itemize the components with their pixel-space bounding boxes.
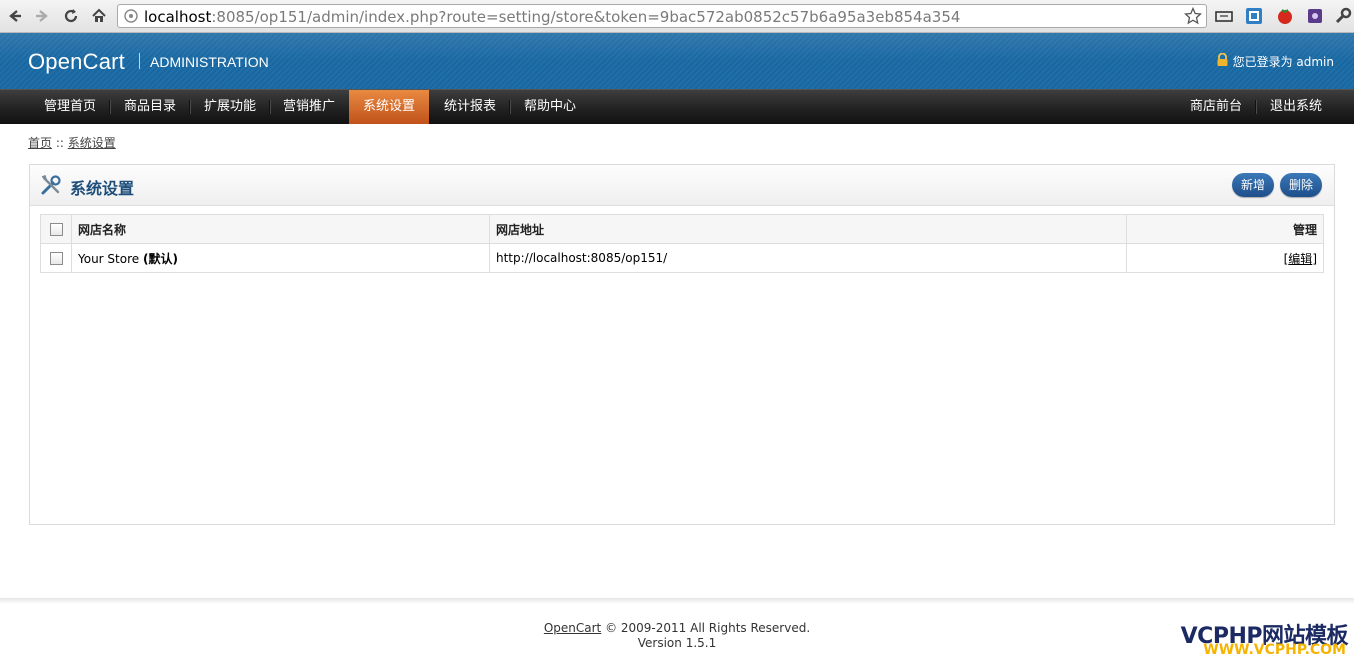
store-table: 网店名称 网店地址 管理 Your Store (默认) http://loca… [40, 214, 1324, 273]
row-select-cell [40, 243, 72, 273]
table-header-row: 网店名称 网店地址 管理 [40, 214, 1324, 244]
back-icon[interactable] [4, 5, 26, 27]
column-store-url[interactable]: 网店地址 [489, 214, 1127, 244]
menu-item-reports[interactable]: 统计报表 [430, 90, 510, 124]
extension-tomato-icon[interactable] [1275, 6, 1295, 26]
column-store-name[interactable]: 网店名称 [71, 214, 490, 244]
login-status: 您已登录为 admin [1216, 52, 1334, 70]
store-url-cell: http://localhost:8085/op151/ [489, 243, 1127, 273]
login-text: 您已登录为 admin [1232, 55, 1334, 69]
store-name-cell: Your Store (默认) [71, 243, 490, 273]
reload-icon[interactable] [60, 5, 82, 27]
menu-item-system-settings[interactable]: 系统设置 [349, 90, 429, 124]
star-icon[interactable] [1183, 6, 1203, 28]
breadcrumb-separator: :: [52, 136, 68, 150]
column-action: 管理 [1126, 214, 1324, 244]
default-tag: (默认) [142, 251, 178, 266]
browser-toolbar: localhost:8085/op151/admin/index.php?rou… [0, 0, 1354, 33]
admin-header: OpenCart ADMINISTRATION 您已登录为 admin [0, 33, 1354, 89]
panel-title: 系统设置 [70, 179, 135, 198]
add-button[interactable]: 新增 [1231, 173, 1274, 197]
lock-icon [1216, 52, 1229, 70]
breadcrumb-current[interactable]: 系统设置 [68, 136, 116, 150]
panel-header: 系统设置 新增 删除 [30, 165, 1334, 206]
footer-opencart-link[interactable]: OpenCart [544, 621, 601, 635]
forward-icon[interactable] [31, 5, 53, 27]
copyright-text: © 2009-2011 All Rights Reserved. [601, 621, 811, 635]
extension-reader-icon[interactable] [1214, 6, 1234, 26]
tools-icon [40, 174, 62, 196]
menu-item-storefront[interactable]: 商店前台 [1176, 90, 1256, 124]
extension-puzzle-icon[interactable] [1305, 6, 1325, 26]
wrench-menu-icon[interactable] [1333, 6, 1353, 26]
footer-divider [0, 598, 1354, 604]
opencart-logo[interactable]: OpenCart [28, 49, 125, 75]
delete-button[interactable]: 删除 [1279, 173, 1322, 197]
menu-item-catalog[interactable]: 商品目录 [110, 90, 190, 124]
logo-divider [139, 53, 140, 69]
breadcrumb-home[interactable]: 首页 [28, 136, 52, 150]
edit-link[interactable]: 编辑 [1288, 252, 1312, 266]
admin-subtitle: ADMINISTRATION [150, 54, 269, 70]
menu-item-marketing[interactable]: 营销推广 [270, 90, 348, 124]
breadcrumb: 首页 :: 系统设置 [28, 134, 116, 151]
row-checkbox[interactable] [49, 252, 63, 265]
menu-item-dashboard[interactable]: 管理首页 [30, 90, 110, 124]
select-all-checkbox[interactable] [49, 223, 63, 236]
select-all-cell [40, 214, 72, 244]
table-row: Your Store (默认) http://localhost:8085/op… [40, 243, 1324, 273]
page-icon [124, 9, 138, 26]
watermark-url: WWW.VCPHP.COM [1203, 642, 1346, 658]
extension-screenshot-icon[interactable] [1244, 6, 1264, 26]
address-bar[interactable]: localhost:8085/op151/admin/index.php?rou… [117, 4, 1207, 28]
settings-panel: 系统设置 新增 删除 网店名称 网店地址 管理 Your Store (默认) … [29, 164, 1335, 525]
main-menu: 管理首页 商品目录 扩展功能 营销推广 系统设置 统计报表 帮助中心 商店前台 … [0, 89, 1354, 124]
home-icon[interactable] [88, 5, 110, 27]
footer-version: Version 1.5.1 [637, 636, 717, 650]
menu-item-help[interactable]: 帮助中心 [510, 90, 590, 124]
action-cell: [编辑] [1126, 243, 1324, 273]
menu-item-logout[interactable]: 退出系统 [1256, 90, 1336, 124]
footer-copyright: OpenCart © 2009-2011 All Rights Reserved… [0, 621, 1354, 636]
store-name: Your Store [78, 251, 140, 266]
url-text: localhost:8085/op151/admin/index.php?rou… [144, 8, 961, 26]
footer: OpenCart © 2009-2011 All Rights Reserved… [0, 621, 1354, 651]
menu-item-extensions[interactable]: 扩展功能 [190, 90, 270, 124]
